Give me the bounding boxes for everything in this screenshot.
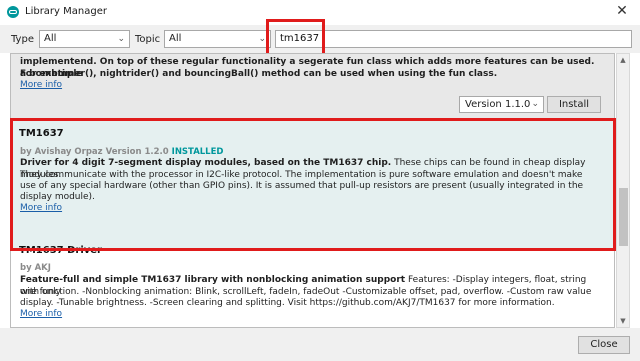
description-text: They communicate with the processor in I… bbox=[20, 170, 583, 180]
close-window-icon[interactable]: ✕ bbox=[614, 3, 630, 19]
description-text: use of any special hardware (other than … bbox=[20, 181, 584, 191]
library-name: TM1637 Driver bbox=[19, 245, 102, 256]
description-headline: Driver for 4 digit 7-segment display mod… bbox=[20, 158, 392, 168]
description-headline: Feature-full and simple TM1637 library w… bbox=[20, 275, 406, 285]
library-byline: by AKJ bbox=[20, 263, 51, 273]
library-entry[interactable]: implementend. On top of these regular fu… bbox=[11, 54, 614, 120]
library-author: Avishay Orpaz bbox=[34, 147, 103, 157]
description-text: display module). bbox=[20, 192, 95, 202]
topic-select[interactable]: All ⌄ bbox=[164, 30, 271, 48]
description-text: display. -Tunable brightness. -Screen cl… bbox=[20, 298, 555, 308]
chevron-down-icon: ⌄ bbox=[531, 99, 539, 109]
library-description: a bombtimer(), nightrider() and bouncing… bbox=[20, 69, 498, 79]
type-label: Type bbox=[11, 34, 34, 45]
more-info-link[interactable]: More info bbox=[20, 309, 62, 321]
library-name: TM1637 bbox=[19, 128, 64, 139]
library-entry-selected[interactable]: TM1637 by Avishay Orpaz Version 1.2.0 IN… bbox=[11, 120, 614, 250]
more-info-link[interactable]: More info bbox=[20, 203, 62, 215]
type-select[interactable]: All ⌄ bbox=[39, 30, 130, 48]
close-button[interactable]: Close bbox=[578, 336, 630, 354]
version-select[interactable]: Version 1.1.0 ⌄ bbox=[459, 96, 544, 113]
topic-label: Topic bbox=[135, 34, 161, 45]
status-badge: INSTALLED bbox=[171, 147, 224, 157]
window-title: Library Manager bbox=[25, 6, 107, 17]
vertical-scrollbar[interactable]: ▲ ▼ bbox=[616, 53, 630, 328]
type-select-value: All bbox=[44, 33, 57, 44]
title-bar: Library Manager ✕ bbox=[0, 0, 640, 25]
scrollbar-thumb[interactable] bbox=[619, 188, 628, 246]
more-info-link[interactable]: More info bbox=[20, 80, 62, 92]
topic-select-value: All bbox=[169, 33, 182, 44]
arduino-logo-icon bbox=[7, 6, 19, 18]
search-input[interactable]: tm1637 bbox=[275, 30, 632, 48]
scroll-down-icon[interactable]: ▼ bbox=[617, 315, 629, 327]
library-list[interactable]: implementend. On top of these regular fu… bbox=[10, 53, 615, 328]
install-button[interactable]: Install bbox=[547, 96, 601, 113]
library-version: 1.2.0 bbox=[144, 147, 169, 157]
chevron-down-icon: ⌄ bbox=[117, 34, 125, 44]
library-entry[interactable]: TM1637 Driver by AKJ Feature-full and si… bbox=[11, 245, 614, 327]
description-text: one function. -Nonblocking animation: Bl… bbox=[20, 287, 592, 297]
version-select-value: Version 1.1.0 bbox=[465, 99, 531, 110]
filter-bar: Type All ⌄ Topic All ⌄ tm1637 bbox=[0, 25, 640, 53]
library-byline: by Avishay Orpaz Version 1.2.0 INSTALLED bbox=[20, 147, 223, 157]
footer-bar: Close bbox=[0, 328, 640, 361]
version-prefix: Version bbox=[105, 147, 142, 157]
by-prefix: by bbox=[20, 147, 32, 157]
chevron-down-icon: ⌄ bbox=[258, 34, 266, 44]
scroll-up-icon[interactable]: ▲ bbox=[617, 54, 629, 66]
